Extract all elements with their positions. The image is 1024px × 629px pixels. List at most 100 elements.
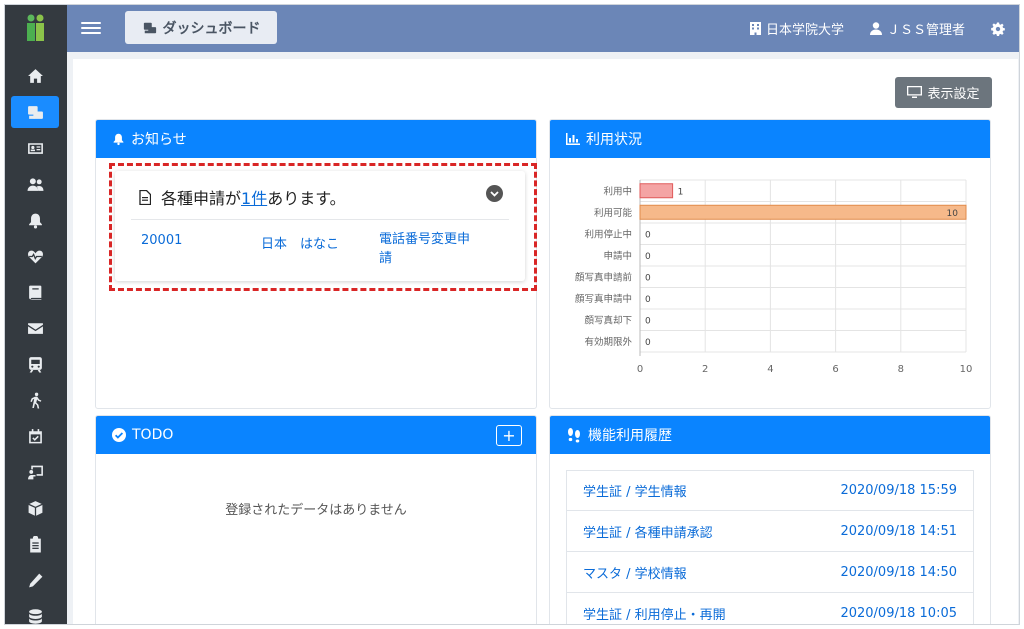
bar-chart-icon (566, 133, 580, 145)
cube-icon (27, 500, 43, 516)
university-selector[interactable]: 日本学院大学 (749, 19, 844, 38)
chart-value-label: 0 (645, 230, 651, 240)
notice-row-type[interactable]: 電話番号変更申請 (379, 230, 479, 268)
chart-value-label: 10 (947, 209, 959, 219)
home-icon (27, 68, 43, 83)
sidebar-item-clipboard[interactable] (11, 528, 59, 560)
todo-card-header: TODO (96, 416, 536, 454)
building-icon (749, 22, 761, 35)
sidebar-item-id-card[interactable] (11, 132, 59, 164)
history-card: 機能利用履歴 学生証 / 学生情報 2020/09/18 15:59 学生証 / … (549, 415, 991, 624)
notice-divider (131, 219, 509, 220)
check-circle-icon (112, 428, 126, 442)
dashboard-button[interactable]: ダッシュボード (125, 11, 277, 44)
display-settings-label: 表示設定 (927, 87, 980, 102)
history-item-label: 学生証 / 各種申請承認 (583, 525, 713, 541)
notice-row-name[interactable]: 日本 はなこ (261, 233, 339, 252)
user-name: ＪＳＳ管理者 (886, 23, 965, 38)
notice-count-link[interactable]: 1件 (241, 189, 267, 208)
chart-category-label: 有効期限外 (584, 336, 632, 348)
display-settings-button[interactable]: 表示設定 (895, 77, 992, 108)
todo-card-title: TODO (132, 427, 174, 443)
sidebar-item-package[interactable] (11, 492, 59, 524)
sidebar-item-dashboard[interactable] (11, 96, 59, 128)
chart-bar (639, 183, 674, 199)
sidebar-item-activity[interactable] (11, 384, 59, 416)
notice-card-title: お知らせ (131, 132, 187, 148)
sidebar-item-users[interactable] (11, 168, 59, 200)
history-item-label: 学生証 / 学生情報 (583, 485, 687, 500)
dashboard-icon (143, 22, 156, 33)
sidebar-item-mail[interactable] (11, 312, 59, 344)
main-content: 表示設定 お知らせ 各種申請が1件あります。 20001 日本 はなこ 電話番号… (73, 59, 1018, 624)
history-card-title: 機能利用履歴 (588, 428, 672, 444)
sidebar-item-notifications[interactable] (11, 204, 59, 236)
users-icon (27, 177, 43, 191)
chart-category-label: 利用停止中 (584, 228, 632, 240)
collapse-toggle[interactable] (486, 185, 503, 202)
history-item-time: 2020/09/18 14:51 (840, 523, 957, 539)
sidebar-item-teaching[interactable] (11, 456, 59, 488)
usage-card: 利用状況 利用中 1 利用可能 10 利用停止中 0 申請中 0 顔写真申請前 0 顔写真申請中 0 顔… (549, 119, 991, 409)
history-item-time: 2020/09/18 15:59 (840, 483, 957, 498)
gear-icon (991, 21, 1005, 36)
notice-item: 各種申請が1件あります。 20001 日本 はなこ 電話番号変更申請 (115, 171, 525, 281)
history-item[interactable]: マスタ / 学校情報 2020/09/18 14:50 (566, 552, 974, 593)
walking-icon (29, 392, 41, 408)
sidebar-item-calendar[interactable] (11, 420, 59, 452)
user-icon (869, 22, 882, 35)
sidebar-item-train[interactable] (11, 348, 59, 380)
settings-button[interactable] (991, 21, 1005, 36)
sidebar-item-book[interactable] (11, 276, 59, 308)
history-item[interactable]: 学生証 / 各種申請承認 2020/09/18 14:51 (566, 511, 974, 552)
notice-message-suffix: あります。 (267, 189, 346, 208)
mail-icon (27, 322, 43, 334)
university-name: 日本学院大学 (765, 23, 844, 38)
chevron-down-icon (490, 190, 499, 197)
history-item[interactable]: 学生証 / 利用停止・再開 2020/09/18 10:05 (566, 593, 974, 624)
bell-icon (113, 133, 124, 146)
document-icon (139, 189, 151, 205)
history-card-header: 機能利用履歴 (550, 416, 990, 454)
chart-value-label: 0 (645, 273, 651, 283)
chart-value-label: 0 (645, 252, 651, 262)
chart-tick-label: 4 (767, 364, 773, 375)
sidebar (5, 5, 67, 624)
heartbeat-icon (27, 250, 43, 263)
chart-category-label: 利用中 (603, 185, 632, 197)
history-item-label: マスタ / 学校情報 (583, 566, 687, 582)
history-item[interactable]: 学生証 / 学生情報 2020/09/18 15:59 (566, 470, 974, 511)
database-icon (28, 608, 42, 624)
sidebar-item-database[interactable] (11, 600, 59, 624)
chart-category-label: 顔写真申請前 (575, 271, 632, 283)
app-logo[interactable] (5, 5, 67, 51)
history-item-time: 2020/09/18 10:05 (840, 605, 957, 621)
bell-icon (28, 213, 42, 228)
chalkboard-icon (27, 465, 43, 479)
add-todo-button[interactable]: + (496, 425, 522, 446)
todo-empty-message: 登録されたデータはありません (225, 503, 407, 518)
sidebar-item-home[interactable] (11, 60, 59, 92)
notice-card-header: お知らせ (96, 120, 536, 158)
chart-tick-label: 10 (960, 364, 973, 375)
usage-card-title: 利用状況 (586, 132, 642, 148)
chart-value-label: 0 (645, 295, 651, 305)
chart-category-label: 顔写真申請中 (575, 293, 632, 305)
chart-category-label: 利用可能 (594, 207, 633, 219)
user-menu[interactable]: ＪＳＳ管理者 (869, 19, 965, 38)
sidebar-item-health[interactable] (11, 240, 59, 272)
book-icon (28, 285, 41, 300)
clipboard-icon (29, 535, 41, 552)
calendar-check-icon (28, 428, 42, 443)
sidebar-item-edit[interactable] (11, 564, 59, 596)
chart-tick-label: 8 (898, 364, 904, 375)
train-icon (28, 356, 42, 372)
history-item-label: 学生証 / 利用停止・再開 (583, 607, 726, 623)
app-frame: ダッシュボード 日本学院大学 ＪＳＳ管理者 表示設定 お知らせ 各種申請が1件あ… (4, 4, 1020, 625)
footprints-icon (568, 428, 580, 443)
dashboard-button-label: ダッシュボード (162, 20, 261, 37)
chart-bar (639, 204, 967, 220)
usage-chart: 利用中 1 利用可能 10 利用停止中 0 申請中 0 顔写真申請前 0 顔写真申請中 0 顔写真却下 0… (575, 179, 973, 375)
notice-row-id[interactable]: 20001 (141, 233, 182, 248)
menu-toggle-icon[interactable] (81, 19, 101, 37)
